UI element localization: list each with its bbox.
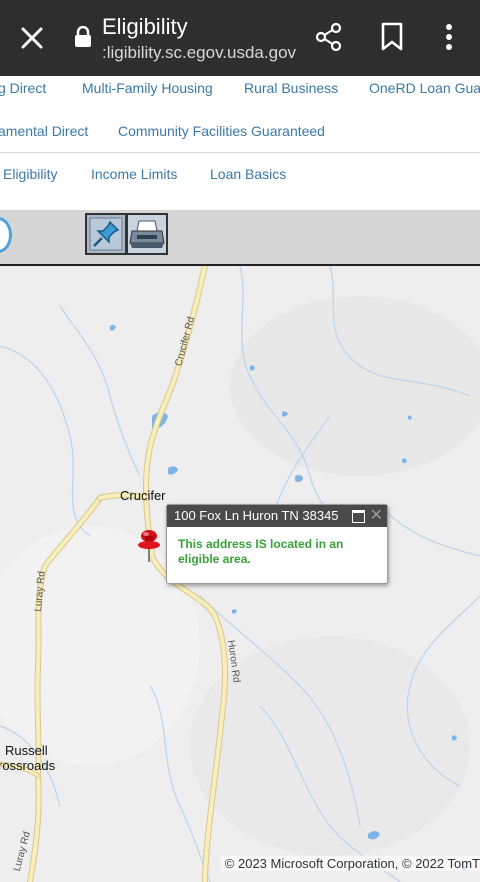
close-icon[interactable] [18,24,46,52]
program-links-row-1: g Direct Multi-Family Housing Rural Busi… [0,80,480,100]
pushpin-tool-button[interactable] [85,213,127,255]
bookmark-icon[interactable] [380,22,404,52]
lock-icon [75,26,91,47]
page-title: Eligibility [102,14,188,39]
browser-top-bar: Eligibility :ligibility.sc.egov.usda.gov [0,0,480,76]
close-popup-icon[interactable]: ✕ [370,505,383,527]
url-text[interactable]: :ligibility.sc.egov.usda.gov [102,43,296,63]
tab-income-limits[interactable]: Income Limits [91,166,177,182]
program-links-row-2: amental Direct Community Facilities Guar… [0,123,480,143]
tab-loan-basics[interactable]: Loan Basics [210,166,286,182]
link-multi-family-housing[interactable]: Multi-Family Housing [82,80,213,96]
sub-tabs: Eligibility Income Limits Loan Basics [0,166,480,186]
map-copyright: © 2023 Microsoft Corporation, © 2022 Tom… [220,856,480,871]
town-label-crucifer: Crucifer [120,488,166,503]
more-options-icon[interactable] [440,22,458,52]
pushpin-icon [89,217,123,251]
town-label-crossroads: rossroads [0,758,56,773]
maximize-icon[interactable] [352,510,365,523]
link-community-facilities-direct[interactable]: amental Direct [0,123,88,139]
tab-eligibility[interactable]: Eligibility [3,166,57,182]
link-onerd-loan-guarantee[interactable]: OneRD Loan Guara [369,80,480,96]
map-toolbar [0,210,480,266]
popup-address: 100 Fox Ln Huron TN 38345 [174,508,339,523]
search-circle-button[interactable] [0,217,12,253]
eligibility-message: This address IS located in an eligible a… [178,537,344,566]
eligibility-popup: 100 Fox Ln Huron TN 38345 ✕ This address… [166,504,388,584]
printer-icon [128,215,166,253]
link-housing-direct[interactable]: g Direct [0,80,46,96]
town-label-russell: Russell [5,743,48,758]
popup-header: 100 Fox Ln Huron TN 38345 ✕ [167,505,387,527]
link-community-facilities-guaranteed[interactable]: Community Facilities Guaranteed [118,123,325,139]
map-view[interactable]: Crucifer Russell rossroads Crucifer Rd L… [0,266,480,882]
link-rural-business[interactable]: Rural Business [244,80,338,96]
share-icon[interactable] [314,22,344,52]
print-tool-button[interactable] [126,213,168,255]
divider [0,152,480,153]
location-pin-icon[interactable] [136,528,162,564]
